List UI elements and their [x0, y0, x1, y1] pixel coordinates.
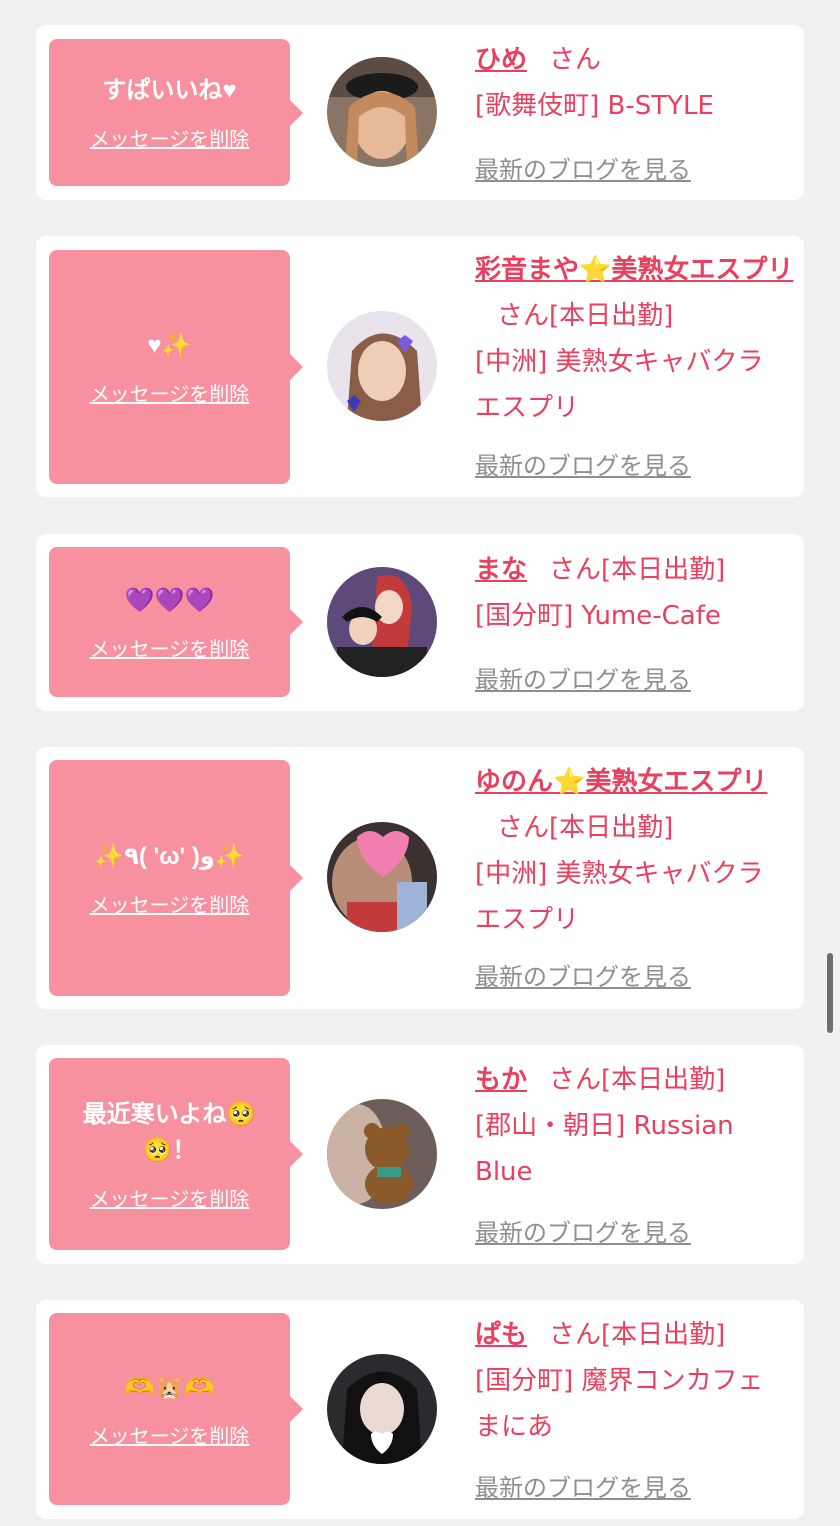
- message-text: ♥✨: [147, 331, 192, 359]
- honorific: さん: [549, 555, 602, 585]
- message-bubble: 💜💜💜 メッセージを削除: [49, 547, 303, 697]
- avatar[interactable]: [327, 822, 437, 932]
- status-badge: [本日出勤]: [549, 813, 674, 843]
- delete-message-link[interactable]: メッセージを削除: [90, 1183, 250, 1212]
- hostess-info: ぱも さん[本日出勤] [国分町] 魔界コンカフェ まにあ: [475, 1312, 795, 1450]
- latest-blog-link[interactable]: 最新のブログを見る: [475, 660, 691, 695]
- status-badge: [本日出勤]: [601, 1320, 726, 1350]
- status-badge: [本日出勤]: [549, 301, 674, 331]
- avatar[interactable]: [327, 567, 437, 677]
- area-shop: [中洲] 美熟女キャバクラ エスプリ: [475, 347, 764, 423]
- status-badge: [本日出勤]: [601, 555, 726, 585]
- message-bubble: 最近寒いよね🥺🥺！ メッセージを削除: [49, 1058, 303, 1250]
- hostess-info: ひめ さん [歌舞伎町] B-STYLE: [475, 37, 795, 129]
- honorific: さん: [549, 1065, 602, 1095]
- message-text: 💜💜💜: [124, 586, 215, 614]
- avatar[interactable]: [327, 311, 437, 421]
- honorific: さん: [549, 1320, 602, 1350]
- delete-message-link[interactable]: メッセージを削除: [90, 123, 250, 152]
- message-card: すぱいいね♥ メッセージを削除 ひめ さん [歌舞伎町] B-STYLE 最新のブ…: [36, 25, 804, 200]
- hostess-name-link[interactable]: ひめ: [475, 45, 527, 75]
- hostess-info: まな さん[本日出勤] [国分町] Yume-Cafe: [475, 547, 795, 639]
- latest-blog-link[interactable]: 最新のブログを見る: [475, 150, 691, 185]
- area-shop: [郡山・朝日] Russian Blue: [475, 1111, 734, 1187]
- message-bubble: すぱいいね♥ メッセージを削除: [49, 39, 303, 186]
- delete-message-link[interactable]: メッセージを削除: [90, 633, 250, 662]
- honorific: さん: [497, 301, 550, 331]
- hostess-info: ゆのん⭐美熟女エスプリさん[本日出勤] [中洲] 美熟女キャバクラ エスプリ: [475, 759, 795, 943]
- message-card: ✨٩( 'ω' )و✨ メッセージを削除 ゆのん⭐美熟女エスプリさん[本日出勤]…: [36, 747, 804, 1009]
- message-card: 🫶🐹🫶 メッセージを削除 ぱも さん[本日出勤] [国分町] 魔界コンカフェ まに…: [36, 1300, 804, 1519]
- area-shop: [中洲] 美熟女キャバクラ エスプリ: [475, 859, 764, 935]
- hostess-name-link[interactable]: もか: [475, 1065, 527, 1095]
- message-text: ✨٩( 'ω' )و✨: [94, 842, 245, 870]
- message-text: 🫶🐹🫶: [124, 1373, 215, 1401]
- message-text: 最近寒いよね🥺🥺！: [82, 1100, 257, 1164]
- latest-blog-link[interactable]: 最新のブログを見る: [475, 1213, 691, 1248]
- message-card: 💜💜💜 メッセージを削除 まな さん[本日出勤] [国分町] Yume-Cafe …: [36, 534, 804, 711]
- message-card: ♥✨ メッセージを削除 彩音まや⭐美熟女エスプリさん[本日出勤] [中洲] 美熟…: [36, 236, 804, 497]
- honorific: さん: [549, 45, 602, 75]
- message-bubble: 🫶🐹🫶 メッセージを削除: [49, 1313, 303, 1505]
- delete-message-link[interactable]: メッセージを削除: [90, 889, 250, 918]
- hostess-info: 彩音まや⭐美熟女エスプリさん[本日出勤] [中洲] 美熟女キャバクラ エスプリ: [475, 247, 795, 431]
- latest-blog-link[interactable]: 最新のブログを見る: [475, 957, 691, 992]
- delete-message-link[interactable]: メッセージを削除: [90, 378, 250, 407]
- message-text: すぱいいね♥: [102, 77, 237, 104]
- delete-message-link[interactable]: メッセージを削除: [90, 1420, 250, 1449]
- area-shop: [国分町] Yume-Cafe: [475, 601, 721, 631]
- message-bubble: ♥✨ メッセージを削除: [49, 250, 303, 484]
- area-shop: [国分町] 魔界コンカフェ まにあ: [475, 1366, 764, 1442]
- message-card: 最近寒いよね🥺🥺！ メッセージを削除 もか さん[本日出勤] [郡山・朝日] Ru…: [36, 1045, 804, 1264]
- message-bubble: ✨٩( 'ω' )و✨ メッセージを削除: [49, 760, 303, 996]
- status-badge: [本日出勤]: [601, 1065, 726, 1095]
- hostess-name-link[interactable]: まな: [475, 555, 527, 585]
- avatar[interactable]: [327, 1099, 437, 1209]
- latest-blog-link[interactable]: 最新のブログを見る: [475, 1468, 691, 1503]
- scrollbar[interactable]: [827, 953, 833, 1033]
- hostess-name-link[interactable]: ぱも: [475, 1320, 527, 1350]
- honorific: さん: [497, 813, 550, 843]
- avatar[interactable]: [327, 1354, 437, 1464]
- latest-blog-link[interactable]: 最新のブログを見る: [475, 446, 691, 481]
- hostess-name-link[interactable]: 彩音まや⭐美熟女エスプリ: [475, 255, 793, 285]
- avatar[interactable]: [327, 57, 437, 167]
- area-shop: [歌舞伎町] B-STYLE: [475, 91, 714, 121]
- hostess-info: もか さん[本日出勤] [郡山・朝日] Russian Blue: [475, 1057, 795, 1195]
- hostess-name-link[interactable]: ゆのん⭐美熟女エスプリ: [475, 767, 767, 797]
